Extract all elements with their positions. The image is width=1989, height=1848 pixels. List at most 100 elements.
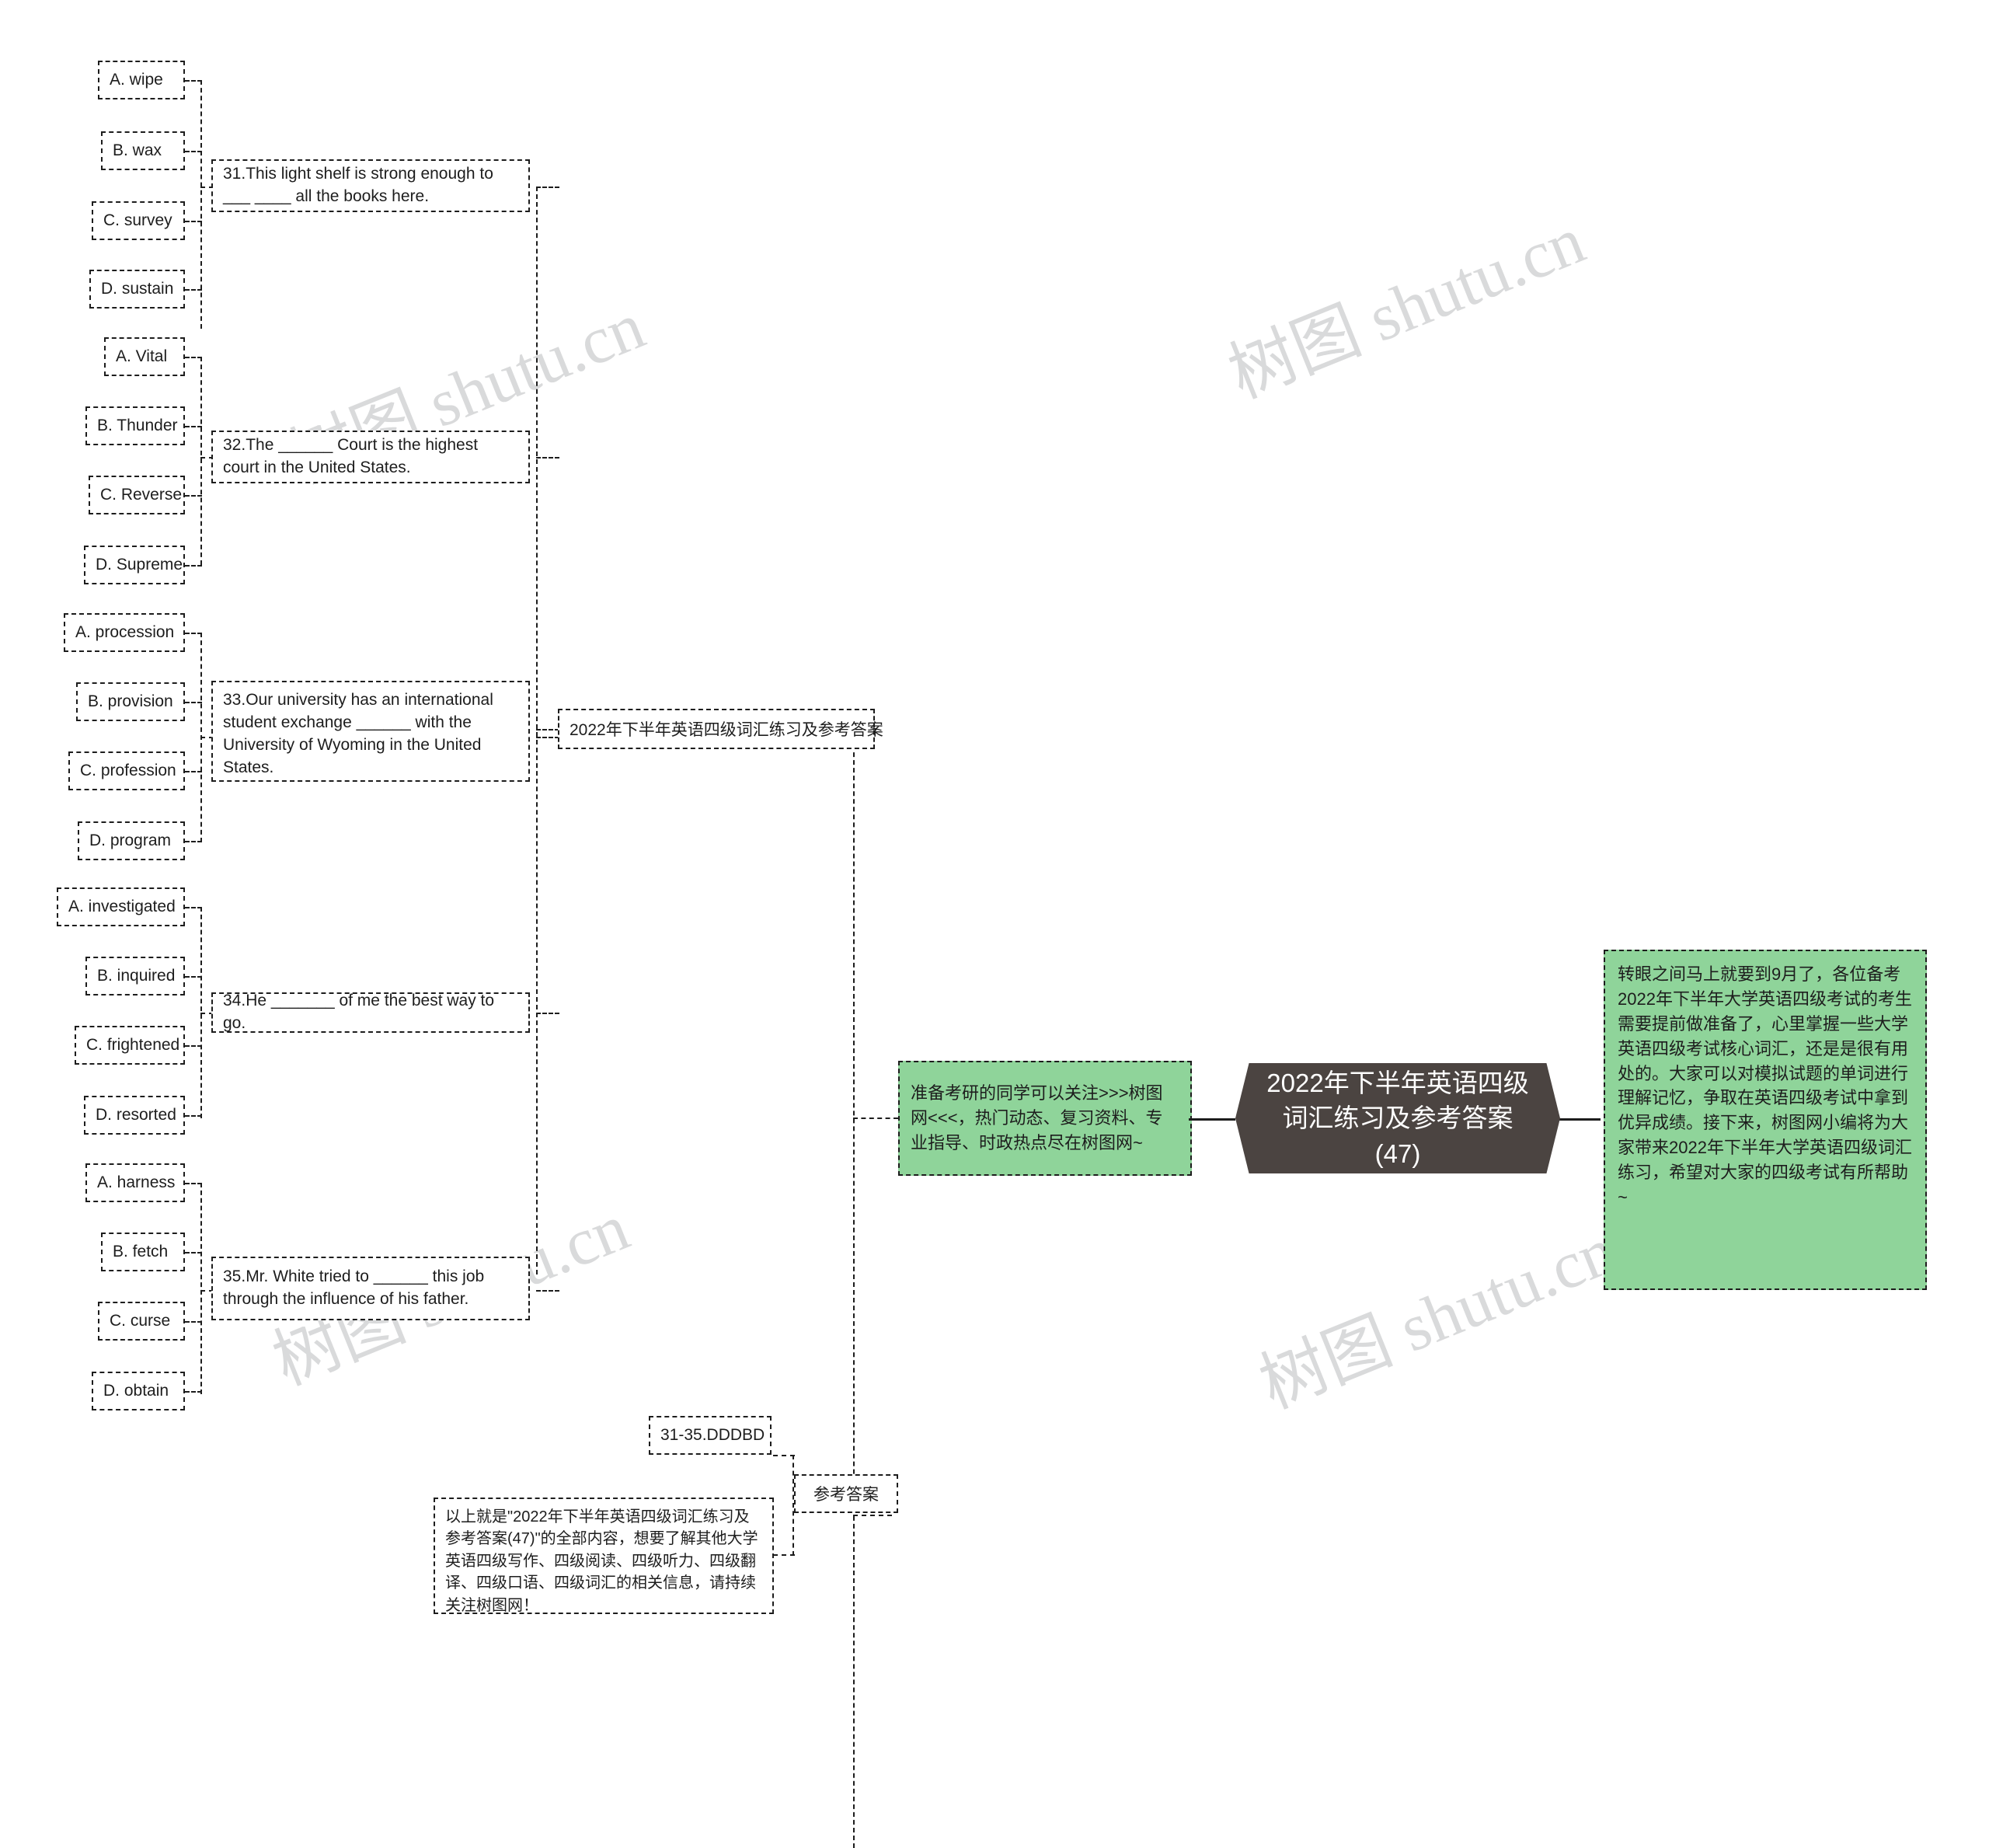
connector-opt-5a (185, 1183, 202, 1184)
root-node[interactable]: 2022年下半年英语四级词汇练习及参考答案(47) (1235, 1063, 1560, 1173)
option-31-C[interactable]: C. survey (92, 201, 185, 240)
connector-opt-spine-1 (200, 80, 202, 329)
connector-opt-5c (185, 1321, 202, 1323)
connector-q32 (536, 457, 559, 459)
connector-opt-2b (185, 426, 202, 427)
option-34-A[interactable]: A. investigated (57, 887, 185, 926)
answer-key-box[interactable]: 31-35.DDDBD (649, 1416, 772, 1455)
option-32-D-label: D. Supreme (96, 556, 183, 574)
question-31-text: 31.This light shelf is strong enough to … (223, 165, 493, 205)
option-32-B-label: B. Thunder (97, 417, 178, 434)
option-35-D-label: D. obtain (103, 1382, 169, 1400)
option-32-C[interactable]: C. Reverse (89, 476, 185, 514)
connector-opt-3a (185, 633, 202, 634)
option-35-D[interactable]: D. obtain (92, 1372, 185, 1410)
option-33-D-label: D. program (89, 832, 172, 849)
option-35-B-label: B. fetch (113, 1243, 169, 1260)
option-34-B-label: B. inquired (97, 967, 176, 985)
connector-answers-closing (773, 1554, 795, 1556)
branch-label-answers[interactable]: 参考答案 (794, 1474, 898, 1513)
option-34-C[interactable]: C. frightened (75, 1026, 185, 1065)
option-32-A[interactable]: A. Vital (104, 337, 185, 376)
option-34-A-label: A. investigated (68, 898, 176, 915)
connector-opt-5b (185, 1252, 202, 1254)
connector-opt-4d (185, 1115, 202, 1117)
watermark: 树图 shutu.cn (1218, 202, 1594, 413)
connector-opt-3b (185, 702, 202, 703)
connector-opt-4a (185, 907, 202, 908)
connector-spine-answers (853, 1515, 892, 1516)
connector-opt-spine-2 (200, 357, 202, 565)
option-34-D-label: D. resorted (96, 1106, 176, 1124)
option-31-B[interactable]: B. wax (101, 131, 185, 170)
connector-opt-2c (185, 495, 202, 497)
connector-q34 (536, 1013, 559, 1014)
note-right[interactable]: 转眼之间马上就要到9月了，各位备考2022年下半年大学英语四级考试的考生需要提前… (1604, 950, 1927, 1290)
connector-opt-1a (185, 80, 202, 82)
connector-opt-2a (185, 357, 202, 358)
branch-label-practice-text: 2022年下半年英语四级词汇练习及参考答案 (570, 721, 883, 739)
question-box-32[interactable]: 32.The ______ Court is the highest court… (211, 431, 530, 483)
option-35-A-label: A. harness (97, 1173, 176, 1191)
connector-answers-key (773, 1455, 795, 1456)
option-33-C[interactable]: C. profession (68, 751, 185, 790)
option-35-A[interactable]: A. harness (85, 1163, 185, 1202)
option-33-B[interactable]: B. provision (76, 682, 185, 721)
option-31-A-label: A. wipe (110, 71, 163, 89)
branch-label-practice[interactable]: 2022年下半年英语四级词汇练习及参考答案 (558, 709, 883, 749)
question-box-34[interactable]: 34.He _______ of me the best way to go. (211, 992, 530, 1033)
option-33-A-label: A. procession (75, 623, 175, 641)
option-32-D[interactable]: D. Supreme (84, 546, 185, 584)
connector-opt-1b (185, 151, 202, 152)
option-32-A-label: A. Vital (116, 347, 168, 365)
connector-opt-3d (185, 841, 202, 842)
option-33-B-label: B. provision (88, 692, 173, 710)
option-34-B[interactable]: B. inquired (85, 957, 185, 995)
option-33-A[interactable]: A. procession (64, 613, 185, 652)
question-35-text: 35.Mr. White tried to ______ this job th… (223, 1267, 485, 1308)
note-right-text: 转眼之间马上就要到9月了，各位备考2022年下半年大学英语四级考试的考生需要提前… (1618, 964, 1912, 1208)
option-32-C-label: C. Reverse (100, 486, 183, 504)
option-35-C-label: C. curse (110, 1312, 171, 1330)
option-35-C[interactable]: C. curse (98, 1302, 185, 1341)
connector-q35 (536, 1290, 559, 1292)
question-32-text: 32.The ______ Court is the highest court… (223, 436, 479, 476)
option-31-B-label: B. wax (113, 141, 162, 159)
option-33-C-label: C. profession (80, 762, 176, 779)
option-31-D[interactable]: D. sustain (89, 270, 185, 309)
watermark: 树图 shutu.cn (1249, 1212, 1625, 1423)
option-31-A[interactable]: A. wipe (98, 61, 185, 99)
mindmap-canvas: 树图 shutu.cn 树图 shutu.cn 树图 shutu.cn 树图 s… (0, 0, 1989, 1848)
connector-note-left (853, 1118, 898, 1119)
note-left[interactable]: 准备考研的同学可以关注>>>树图网<<<，热门动态、复习资料、专业指导、时政热点… (898, 1061, 1192, 1176)
connector-spine-main (853, 729, 855, 1848)
connector-opt-1d (185, 289, 202, 291)
option-34-D[interactable]: D. resorted (84, 1096, 185, 1135)
branch-label-answers-text: 参考答案 (813, 1486, 879, 1504)
option-31-C-label: C. survey (103, 211, 172, 229)
connector-opt-4c (185, 1045, 202, 1047)
connector-opt-1c (185, 221, 202, 222)
question-34-text: 34.He _______ of me the best way to go. (223, 992, 495, 1032)
connector-q31 (536, 187, 559, 188)
question-box-35[interactable]: 35.Mr. White tried to ______ this job th… (211, 1257, 530, 1320)
question-box-31[interactable]: 31.This light shelf is strong enough to … (211, 159, 530, 212)
closing-note-text: 以上就是"2022年下半年英语四级词汇练习及参考答案(47)"的全部内容，想要了… (445, 1508, 758, 1614)
connector-opt-spine-5 (200, 1183, 202, 1394)
connector-qspine (536, 187, 538, 1274)
question-33-text: 33.Our university has an international s… (223, 691, 493, 776)
connector-q33 (536, 737, 559, 738)
option-34-C-label: C. frightened (86, 1036, 180, 1054)
connector-opt-5d (185, 1391, 202, 1393)
option-33-D[interactable]: D. program (78, 821, 185, 860)
option-32-B[interactable]: B. Thunder (85, 406, 185, 445)
answer-key-text: 31-35.DDDBD (660, 1426, 765, 1444)
closing-note-box[interactable]: 以上就是"2022年下半年英语四级词汇练习及参考答案(47)"的全部内容，想要了… (434, 1498, 774, 1614)
connector-opt-3c (185, 771, 202, 772)
question-box-33[interactable]: 33.Our university has an international s… (211, 681, 530, 782)
connector-root-right (1558, 1118, 1601, 1121)
note-left-text: 准备考研的同学可以关注>>>树图网<<<，热门动态、复习资料、专业指导、时政热点… (911, 1083, 1163, 1152)
connector-branch-qspine (536, 729, 559, 730)
connector-root-left (1189, 1118, 1235, 1121)
option-35-B[interactable]: B. fetch (101, 1233, 185, 1271)
